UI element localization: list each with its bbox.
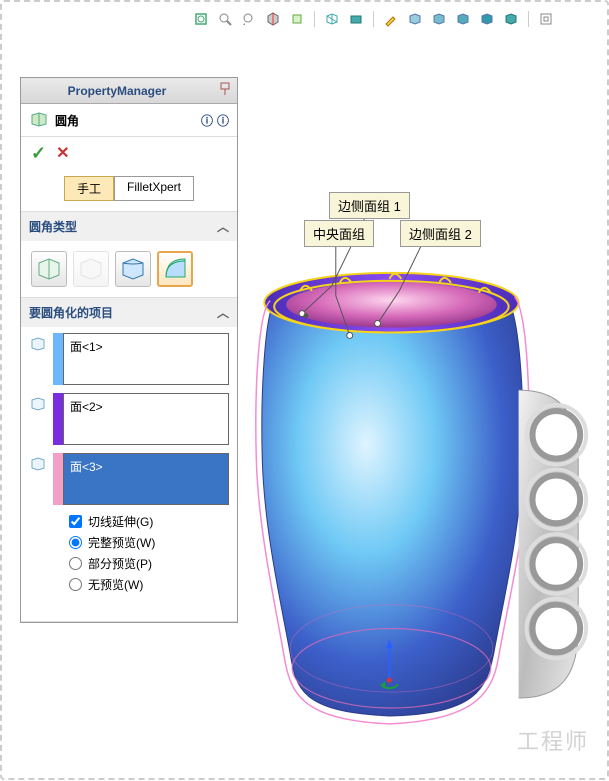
label-full: 完整预览(W) (88, 534, 155, 551)
shade5-icon[interactable] (502, 10, 520, 28)
options: 切线延伸(G) 完整预览(W) 部分预览(P) 无预览(W) (29, 513, 229, 609)
caret-icon: ︿ (217, 304, 229, 321)
color-bar-1 (53, 333, 63, 385)
help-icon-1[interactable]: ⓘ (201, 112, 213, 129)
property-manager: PropertyManager 圆角 ⓘ ⓘ ✓ ✕ 手工 FilletXper… (20, 77, 238, 623)
color-bar-3 (53, 453, 63, 505)
command-label: 圆角 (55, 112, 197, 129)
face-row-2: 面<2> (29, 393, 229, 445)
radio-partial-preview[interactable] (69, 557, 82, 570)
display-icon[interactable] (347, 10, 365, 28)
front-icon[interactable] (288, 10, 306, 28)
face-field-1[interactable]: 面<1> (63, 333, 229, 385)
cancel-button[interactable]: ✕ (56, 143, 69, 164)
face-field-2[interactable]: 面<2> (63, 393, 229, 445)
color-bar-2 (53, 393, 63, 445)
tab-filletxpert[interactable]: FilletXpert (114, 176, 194, 201)
section-fillet-type: 圆角类型 ︿ (21, 212, 237, 298)
section-title-items: 要圆角化的项目 (29, 304, 113, 321)
cube-icon (29, 395, 47, 413)
zoom-prev-icon[interactable] (240, 10, 258, 28)
radio-no-preview[interactable] (69, 578, 82, 591)
label-none: 无预览(W) (88, 576, 143, 593)
face-list: 面<1> 面<2> 面<3> 切线延伸(G) 完整预览(W) (21, 327, 237, 621)
panel-title: PropertyManager (21, 84, 213, 98)
radio-full-preview[interactable] (69, 536, 82, 549)
perspective-icon[interactable] (537, 10, 555, 28)
callout-side1: 边侧面组 1 (329, 192, 410, 219)
section-items: 要圆角化的项目 ︿ 面<1> 面<2> 面<3> (21, 298, 237, 622)
help-icon-2[interactable]: ⓘ (217, 112, 229, 129)
type-variable[interactable] (73, 251, 109, 287)
separator (528, 11, 529, 27)
watermark: 工程师 (517, 724, 589, 756)
top-toolbar (192, 10, 555, 28)
face-field-3[interactable]: 面<3> (63, 453, 229, 505)
pin-icon[interactable] (213, 81, 237, 100)
type-constant[interactable] (31, 251, 67, 287)
type-full-round[interactable] (157, 251, 193, 287)
callout-center: 中央面组 (304, 220, 374, 247)
caret-icon: ︿ (217, 218, 229, 235)
face-row-3: 面<3> (29, 453, 229, 505)
checkbox-tangent[interactable] (69, 515, 82, 528)
tab-manual[interactable]: 手工 (64, 176, 114, 201)
type-face[interactable] (115, 251, 151, 287)
label-tangent: 切线延伸(G) (88, 513, 153, 530)
face-row-1: 面<1> (29, 333, 229, 385)
section-head-type[interactable]: 圆角类型 ︿ (21, 212, 237, 241)
edit-scene-icon[interactable] (382, 10, 400, 28)
zoom-fit-icon[interactable] (192, 10, 210, 28)
command-row: 圆角 ⓘ ⓘ (21, 104, 237, 137)
isometric-icon[interactable] (323, 10, 341, 28)
label-partial: 部分预览(P) (88, 555, 152, 572)
fillet-type-buttons (21, 241, 237, 297)
separator (373, 11, 374, 27)
cube-icon (29, 335, 47, 353)
shade4-icon[interactable] (478, 10, 496, 28)
shade1-icon[interactable] (406, 10, 424, 28)
ok-cancel-row: ✓ ✕ (21, 137, 237, 170)
ok-button[interactable]: ✓ (31, 143, 46, 164)
section-icon[interactable] (264, 10, 282, 28)
zoom-area-icon[interactable] (216, 10, 234, 28)
fillet-icon (29, 110, 49, 130)
shade3-icon[interactable] (454, 10, 472, 28)
panel-titlebar: PropertyManager (21, 78, 237, 104)
mode-tabs: 手工 FilletXpert (21, 170, 237, 212)
section-head-items[interactable]: 要圆角化的项目 ︿ (21, 298, 237, 327)
callout-side2: 边侧面组 2 (400, 220, 481, 247)
section-title-type: 圆角类型 (29, 218, 77, 235)
shade2-icon[interactable] (430, 10, 448, 28)
cube-icon (29, 455, 47, 473)
separator (314, 11, 315, 27)
